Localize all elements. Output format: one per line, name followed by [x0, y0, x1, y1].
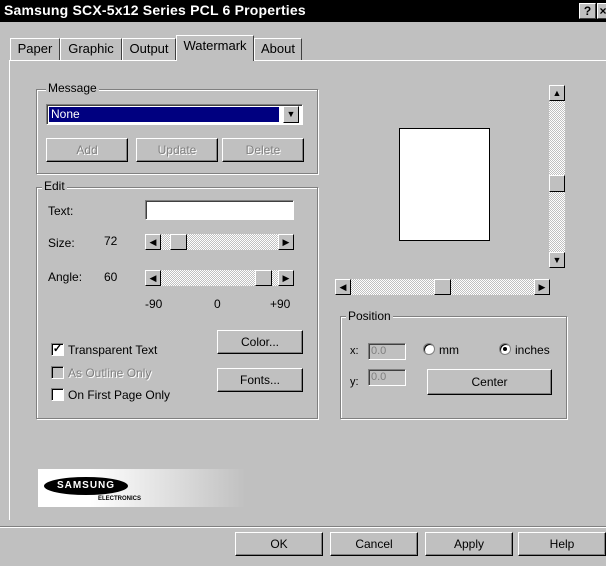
scroll-right-icon[interactable]: ▶: [278, 234, 294, 250]
update-button[interactable]: Update: [136, 138, 218, 162]
angle-mid-label: 0: [214, 297, 221, 311]
apply-button[interactable]: Apply: [425, 532, 513, 556]
tab-output[interactable]: Output: [122, 38, 176, 60]
window-title: Samsung SCX-5x12 Series PCL 6 Properties: [4, 2, 306, 18]
angle-slider[interactable]: ◀ ▶: [145, 270, 294, 286]
samsung-logo-subtext: ELECTRONICS: [98, 496, 142, 502]
tab-watermark[interactable]: Watermark: [176, 35, 254, 61]
angle-value: 60: [104, 270, 118, 284]
vertical-position-scrollbar[interactable]: ▲ ▼: [549, 85, 565, 268]
horizontal-scroll-thumb[interactable]: [434, 279, 451, 295]
x-label: x:: [350, 345, 359, 357]
fonts-button[interactable]: Fonts...: [217, 368, 303, 392]
message-selected-value: None: [49, 107, 279, 122]
x-input[interactable]: 0.0: [368, 343, 406, 360]
scroll-down-icon[interactable]: ▼: [549, 252, 565, 268]
first-page-only-label[interactable]: On First Page Only: [68, 388, 170, 402]
cancel-button[interactable]: Cancel: [330, 532, 418, 556]
angle-label: Angle:: [48, 270, 83, 284]
add-button[interactable]: Add: [46, 138, 128, 162]
scroll-left-icon[interactable]: ◀: [145, 270, 161, 286]
inches-radio[interactable]: [499, 343, 511, 355]
color-button[interactable]: Color...: [217, 330, 303, 354]
message-group-label: Message: [46, 81, 99, 95]
size-label: Size:: [48, 236, 75, 250]
tab-graphic[interactable]: Graphic: [60, 38, 122, 60]
size-value: 72: [104, 234, 118, 248]
samsung-logo: SAMSUNG ELECTRONICS: [38, 469, 246, 507]
message-select[interactable]: None ▼: [46, 104, 303, 125]
outline-only-label[interactable]: As Outline Only: [68, 366, 151, 380]
text-label: Text:: [48, 204, 74, 218]
angle-min-label: -90: [145, 297, 163, 311]
transparent-text-checkbox[interactable]: ✓: [51, 343, 64, 356]
samsung-logo-mark: SAMSUNG: [44, 477, 128, 495]
position-group-label: Position: [346, 309, 393, 323]
close-button[interactable]: ×: [597, 3, 606, 19]
y-input[interactable]: 0.0: [368, 369, 406, 386]
scroll-left-icon[interactable]: ◀: [335, 279, 351, 295]
inches-label[interactable]: inches: [515, 343, 550, 357]
outline-only-checkbox[interactable]: [51, 366, 64, 379]
transparent-text-label[interactable]: Transparent Text: [68, 343, 157, 357]
ok-button[interactable]: OK: [235, 532, 323, 556]
y-label: y:: [350, 376, 359, 388]
horizontal-position-scrollbar[interactable]: ◀ ▶: [335, 279, 550, 295]
size-slider-thumb[interactable]: [170, 234, 187, 250]
page-preview: [399, 128, 490, 241]
help-button-footer[interactable]: Help: [518, 532, 606, 556]
footer-divider: [0, 526, 606, 528]
first-page-only-checkbox[interactable]: [51, 388, 64, 401]
position-group: [340, 316, 567, 419]
help-button[interactable]: ?: [579, 3, 596, 19]
angle-max-label: +90: [270, 297, 291, 311]
scroll-up-icon[interactable]: ▲: [549, 85, 565, 101]
text-input[interactable]: [145, 200, 294, 220]
title-bar: Samsung SCX-5x12 Series PCL 6 Properties…: [0, 0, 606, 22]
delete-button[interactable]: Delete: [222, 138, 304, 162]
mm-label[interactable]: mm: [439, 343, 459, 357]
center-button[interactable]: Center: [427, 369, 552, 395]
size-slider[interactable]: ◀ ▶: [145, 234, 294, 250]
scroll-right-icon[interactable]: ▶: [278, 270, 294, 286]
edit-group-label: Edit: [42, 179, 67, 193]
vertical-scroll-thumb[interactable]: [549, 175, 565, 192]
chevron-down-icon[interactable]: ▼: [283, 106, 299, 123]
tab-paper[interactable]: Paper: [10, 38, 60, 60]
angle-slider-thumb[interactable]: [255, 270, 272, 286]
scroll-left-icon[interactable]: ◀: [145, 234, 161, 250]
mm-radio[interactable]: [423, 343, 435, 355]
scroll-right-icon[interactable]: ▶: [534, 279, 550, 295]
tab-about[interactable]: About: [254, 38, 302, 60]
